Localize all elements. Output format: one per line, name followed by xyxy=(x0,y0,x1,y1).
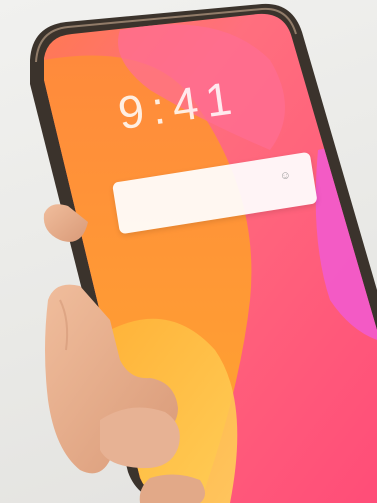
hand-finger-lower xyxy=(100,407,180,469)
smiley-icon: ☺ xyxy=(278,168,292,183)
hand-finger-bottom xyxy=(139,474,205,503)
photo-scene: 9:41 ☺ xyxy=(0,0,377,503)
